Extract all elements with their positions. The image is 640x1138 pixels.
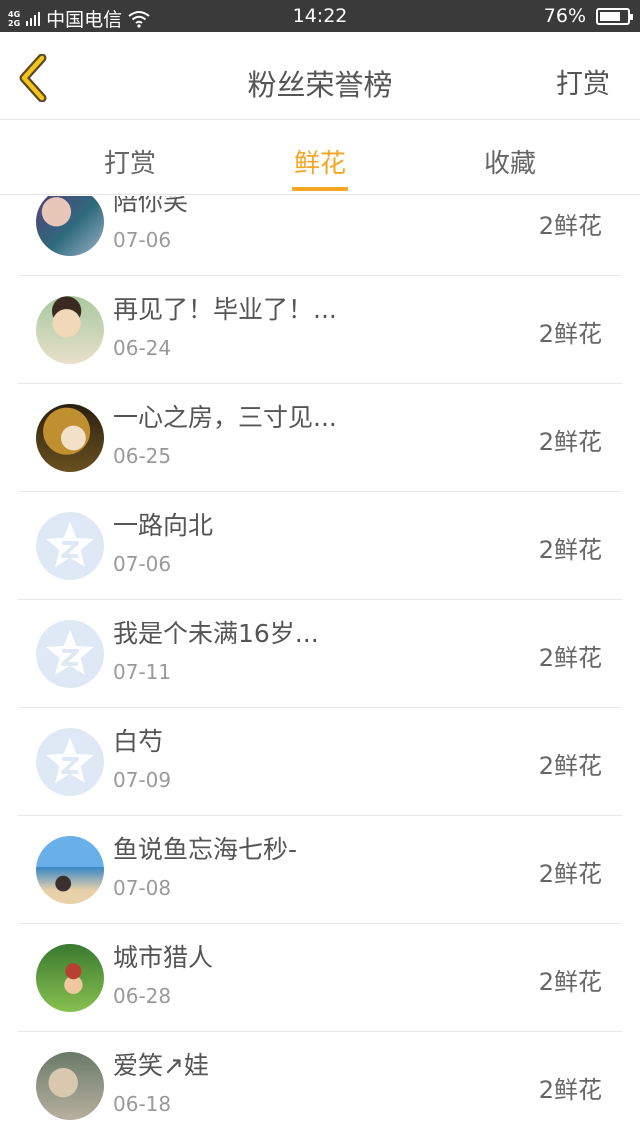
avatar: [36, 296, 104, 364]
flower-count: 2鲜花: [538, 752, 602, 780]
flower-count: 2鲜花: [538, 320, 602, 348]
list-item[interactable]: 一心之房，三寸见... 06-25 2鲜花: [18, 384, 622, 492]
flower-count: 2鲜花: [538, 428, 602, 456]
fan-name: 白芍: [113, 727, 164, 756]
battery-percent: 76%: [543, 5, 586, 27]
battery-icon: [596, 7, 633, 25]
flower-count: 2鲜花: [538, 968, 602, 996]
fan-date: 07-11: [113, 660, 172, 684]
status-bar: 4G 2G 中国电信 14:22 76%: [0, 0, 640, 32]
tab-flowers[interactable]: 鲜花: [250, 143, 390, 180]
fan-name: 我是个未满16岁...: [113, 619, 319, 648]
fan-list[interactable]: 陪你笑 07-06 2鲜花 再见了！毕业了！... 06-24 2鲜花 一心之房…: [0, 196, 640, 1138]
list-item[interactable]: 城市猎人 06-28 2鲜花: [18, 924, 622, 1032]
list-item[interactable]: 一路向北 07-06 2鲜花: [18, 492, 622, 600]
fan-name: 鱼说鱼忘海七秒-: [113, 835, 298, 864]
fan-name: 一心之房，三寸见...: [113, 403, 337, 432]
flower-count: 2鲜花: [538, 536, 602, 564]
fan-date: 06-25: [113, 444, 172, 468]
list-item[interactable]: 鱼说鱼忘海七秒- 07-08 2鲜花: [18, 816, 622, 924]
flower-count: 2鲜花: [538, 860, 602, 888]
avatar: [36, 196, 104, 256]
battery-level: [600, 11, 620, 21]
list-item[interactable]: 爱笑↗娃 06-18 2鲜花: [18, 1032, 622, 1138]
page-title: 粉丝荣誉榜: [247, 68, 393, 102]
fan-date: 06-18: [113, 1092, 172, 1116]
back-button[interactable]: [14, 53, 54, 103]
list-item[interactable]: 陪你笑 07-06 2鲜花: [18, 196, 622, 276]
fan-date: 07-09: [113, 768, 172, 792]
list-item[interactable]: 白芍 07-09 2鲜花: [18, 708, 622, 816]
list-item[interactable]: 再见了！毕业了！... 06-24 2鲜花: [18, 276, 622, 384]
avatar: [36, 836, 104, 904]
fan-name: 爱笑↗娃: [113, 1051, 209, 1080]
nav-bar: 粉丝荣誉榜 打赏: [0, 32, 640, 120]
tab-bar: 打赏 鲜花 收藏: [0, 121, 640, 195]
fan-name: 城市猎人: [113, 943, 214, 972]
active-tab-indicator: [292, 187, 348, 191]
fan-name: 再见了！毕业了！...: [113, 295, 337, 324]
avatar: [36, 1052, 104, 1120]
fan-date: 06-28: [113, 984, 172, 1008]
reward-button[interactable]: 打赏: [556, 62, 610, 101]
status-right: 76%: [543, 5, 633, 27]
fan-name: 陪你笑: [113, 196, 189, 216]
flower-count: 2鲜花: [538, 212, 602, 240]
fan-date: 07-06: [113, 228, 172, 252]
qzone-star-icon: [36, 512, 104, 580]
fan-date: 07-08: [113, 876, 172, 900]
tab-reward[interactable]: 打赏: [60, 143, 200, 180]
avatar: [36, 944, 104, 1012]
list-item[interactable]: 我是个未满16岁... 07-11 2鲜花: [18, 600, 622, 708]
fan-date: 06-24: [113, 336, 172, 360]
chevron-left-icon: [19, 53, 47, 103]
fan-name: 一路向北: [113, 511, 214, 540]
avatar: [36, 404, 104, 472]
flower-count: 2鲜花: [538, 644, 602, 672]
qzone-star-icon: [36, 620, 104, 688]
flower-count: 2鲜花: [538, 1076, 602, 1104]
tab-favorites[interactable]: 收藏: [440, 143, 580, 180]
fan-date: 07-06: [113, 552, 172, 576]
qzone-star-icon: [36, 728, 104, 796]
